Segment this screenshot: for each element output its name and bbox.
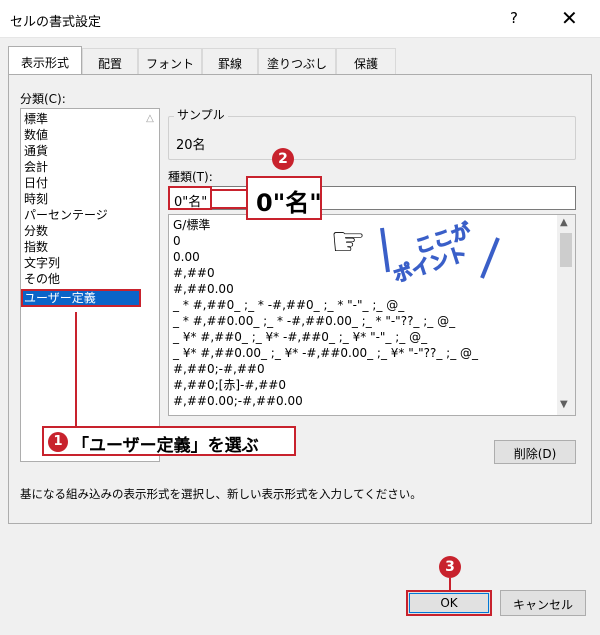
step2-callout: 0"名" bbox=[246, 176, 322, 220]
step3-number: 3 bbox=[439, 556, 461, 578]
annotation-lines bbox=[75, 189, 500, 590]
step1-callout: 1 「ユーザー定義」を選ぶ bbox=[42, 426, 296, 456]
step1-number: 1 bbox=[48, 432, 68, 452]
pointing-hand-icon: ☞ bbox=[330, 219, 366, 265]
step1-text: 「ユーザー定義」を選ぶ bbox=[72, 436, 259, 456]
step2-number: 2 bbox=[272, 148, 294, 170]
tab-number-format[interactable]: 表示形式 bbox=[8, 46, 82, 74]
